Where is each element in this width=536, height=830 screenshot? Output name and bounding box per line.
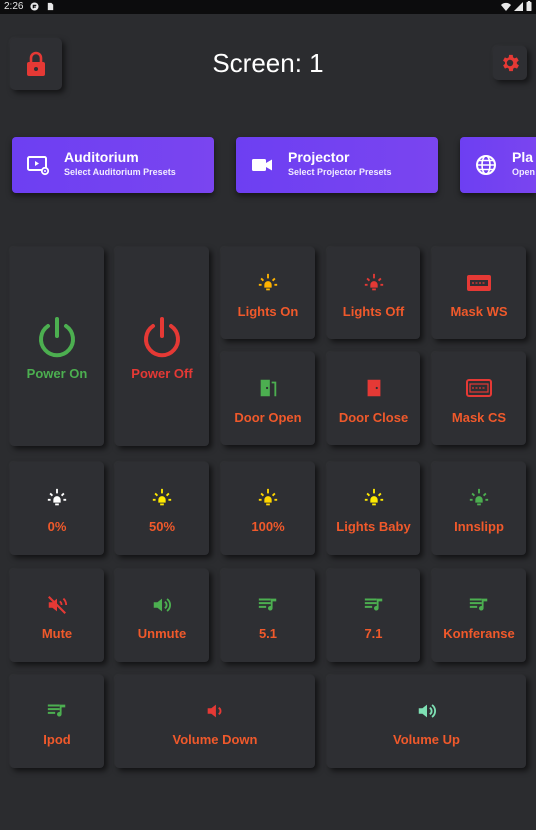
volume-up-button[interactable]: Volume Up [327, 675, 526, 768]
volume-up-label: Volume Up [393, 732, 460, 747]
preset-subtitle: Select Auditorium Presets [64, 167, 176, 177]
volume-off-icon [48, 596, 68, 614]
volume-down-label: Volume Down [172, 732, 258, 747]
light-0-button[interactable]: 0% [10, 462, 104, 555]
unmute-label: Unmute [137, 626, 187, 641]
audio-71-label: 7.1 [364, 626, 383, 641]
light-100-label: 100% [251, 519, 285, 534]
light-icon [364, 488, 383, 506]
mask-cs-button[interactable]: Mask CS [432, 352, 526, 445]
power-icon [39, 317, 75, 358]
power-on-button[interactable]: Power On [10, 247, 104, 446]
light-icon [469, 488, 489, 506]
light-icon [258, 488, 278, 506]
audio-51-button[interactable]: 5.1 [221, 569, 315, 662]
door-open-icon [260, 379, 277, 397]
screen-mask-icon [467, 275, 491, 291]
light-icon [258, 273, 278, 291]
volume-down-button[interactable]: Volume Down [115, 675, 315, 768]
mask-ws-label: Mask WS [450, 304, 508, 319]
light-0-label: 0% [47, 519, 67, 534]
power-on-label: Power On [26, 366, 88, 381]
preset-name: Projector [288, 149, 350, 165]
mute-label: Mute [41, 626, 73, 641]
status-app-icon [30, 2, 39, 11]
konferanse-button[interactable]: Konferanse [432, 569, 526, 662]
innslipp-label: Innslipp [454, 519, 504, 534]
power-icon [144, 317, 180, 358]
volume-up-icon [418, 704, 436, 718]
volume-up-icon [153, 598, 171, 612]
lights-on-label: Lights On [237, 304, 299, 319]
light-icon [364, 273, 383, 291]
status-storage-icon [47, 2, 54, 11]
preset-playlist-button[interactable]: Pla Open [460, 137, 536, 193]
page-title: Screen: 1 [212, 48, 324, 78]
lights-on-button[interactable]: Lights On [221, 247, 315, 339]
queue-music-icon [469, 598, 488, 611]
settings-button[interactable] [493, 46, 527, 80]
status-time: 2:26 [4, 1, 24, 12]
videocam-icon [252, 159, 272, 171]
queue-music-icon [258, 598, 277, 611]
status-bar: 2:26 [0, 0, 536, 14]
innslipp-button[interactable]: Innslipp [432, 462, 526, 555]
lights-baby-button[interactable]: Lights Baby [327, 462, 420, 555]
preset-projector-button[interactable]: Projector Select Projector Presets [236, 137, 438, 193]
video-settings-icon [27, 156, 50, 176]
power-off-label: Power Off [131, 366, 193, 381]
gear-icon [503, 54, 519, 72]
door-open-button[interactable]: Door Open [221, 352, 315, 445]
light-100-button[interactable]: 100% [221, 462, 315, 555]
door-close-label: Door Close [338, 410, 409, 425]
lights-baby-label: Lights Baby [336, 519, 411, 534]
ipod-label: Ipod [43, 732, 71, 747]
mask-cs-label: Mask CS [451, 410, 507, 425]
battery-icon [526, 1, 532, 11]
volume-down-icon [207, 704, 222, 718]
queue-music-icon [364, 598, 382, 611]
wifi-icon [501, 2, 511, 11]
power-off-button[interactable]: Power Off [115, 247, 209, 446]
preset-subtitle: Open [512, 167, 536, 177]
preset-name: Auditorium [64, 149, 139, 165]
light-icon [47, 488, 67, 506]
door-open-label: Door Open [234, 410, 302, 425]
unmute-button[interactable]: Unmute [115, 569, 209, 662]
ipod-button[interactable]: Ipod [10, 675, 104, 768]
queue-music-icon [47, 704, 66, 717]
status-right-icons [501, 1, 532, 11]
light-icon [152, 488, 172, 506]
audio-71-button[interactable]: 7.1 [327, 569, 420, 662]
globe-icon [476, 155, 496, 175]
lights-off-label: Lights Off [342, 304, 405, 319]
light-50-label: 50% [148, 519, 176, 534]
signal-icon [514, 1, 523, 11]
preset-name: Pla [512, 149, 534, 165]
screen-mask-icon [466, 379, 492, 397]
konferanse-label: Konferanse [443, 626, 515, 641]
preset-subtitle: Select Projector Presets [288, 167, 392, 177]
light-50-button[interactable]: 50% [115, 462, 209, 555]
mute-button[interactable]: Mute [10, 569, 104, 662]
audio-51-label: 5.1 [258, 626, 278, 641]
door-closed-icon [367, 379, 380, 397]
lights-off-button[interactable]: Lights Off [327, 247, 420, 339]
door-close-button[interactable]: Door Close [327, 352, 420, 445]
preset-auditorium-button[interactable]: Auditorium Select Auditorium Presets [12, 137, 214, 193]
mask-ws-button[interactable]: Mask WS [432, 247, 526, 339]
